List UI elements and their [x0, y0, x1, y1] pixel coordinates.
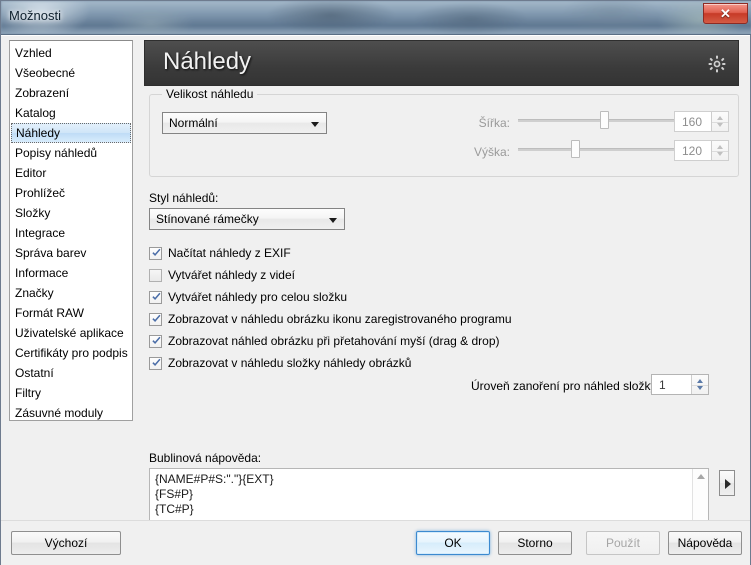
scroll-up-icon[interactable] [697, 474, 705, 479]
window-title: Možnosti [9, 8, 62, 23]
nesting-level-spinbox[interactable]: 1 [651, 374, 709, 395]
chevron-down-icon [311, 122, 319, 127]
triangle-down-icon [697, 386, 703, 390]
sidebar-item-vzhled[interactable]: Vzhled [11, 43, 131, 63]
sidebar-item-zobrazeni[interactable]: Zobrazení [11, 83, 131, 103]
height-spinbox[interactable]: 120 [674, 140, 729, 161]
dialog-client-area: Vzhled Všeobecné Zobrazení Katalog Náhle… [1, 35, 750, 565]
check-icon [152, 314, 161, 322]
options-dialog: Možnosti ✕ Vzhled Všeobecné Zobrazení Ka… [0, 0, 751, 565]
width-spinbox[interactable]: 160 [674, 111, 729, 132]
checkbox-box[interactable] [149, 357, 162, 370]
gear-icon[interactable] [708, 55, 726, 73]
sidebar-item-katalog[interactable]: Katalog [11, 103, 131, 123]
checkbox-label: Zobrazovat v náhledu obrázku ikonu zareg… [168, 312, 512, 326]
sidebar-item-editor[interactable]: Editor [11, 163, 131, 183]
checkbox-label: Načítat náhledy z EXIF [168, 246, 291, 260]
height-spin-buttons[interactable] [711, 141, 728, 160]
width-label: Šířka: [478, 116, 510, 130]
check-icon [152, 336, 161, 344]
triangle-up-icon [697, 379, 703, 383]
triangle-down-icon [717, 123, 723, 127]
sidebar-item-popisy-nahledu[interactable]: Popisy náhledů [11, 143, 131, 163]
sidebar-item-vseobecne[interactable]: Všeobecné [11, 63, 131, 83]
sidebar-item-znacky[interactable]: Značky [11, 283, 131, 303]
thumbnail-style-combo[interactable]: Stínované rámečky [149, 208, 345, 230]
thumbnail-size-group: Velikost náhledu Normální Šířka: 160 Výš… [149, 87, 739, 177]
width-slider-thumb[interactable] [600, 111, 609, 129]
sidebar-item-slozky[interactable]: Složky [11, 203, 131, 223]
check-icon [152, 248, 161, 256]
sidebar-item-uzivatelske-aplikace[interactable]: Uživatelské aplikace [11, 323, 131, 343]
checkbox-box[interactable] [149, 313, 162, 326]
defaults-button[interactable]: Výchozí [11, 531, 121, 555]
sidebar-item-nahledy[interactable]: Náhledy [11, 123, 131, 143]
nesting-spin-buttons[interactable] [691, 375, 708, 394]
triangle-up-icon [717, 116, 723, 120]
play-right-icon [725, 479, 731, 489]
thumbnail-size-combo[interactable]: Normální [162, 112, 327, 134]
close-icon: ✕ [720, 6, 731, 21]
cancel-button[interactable]: Storno [498, 531, 572, 555]
checkbox-label: Zobrazovat náhled obrázku při přetahován… [168, 334, 500, 348]
thumbnail-style-label: Styl náhledů: [149, 191, 219, 205]
sidebar-item-ostatni[interactable]: Ostatní [11, 363, 131, 383]
check-icon [152, 292, 161, 300]
tooltip-template-text: {NAME#P#S:"."}{EXT} {FS#P} {TC#P} [155, 472, 274, 516]
title-bar: Možnosti ✕ [1, 1, 751, 35]
triangle-down-icon [717, 152, 723, 156]
checkbox-box[interactable] [149, 291, 162, 304]
thumbnail-style-combo-value: Stínované rámečky [156, 212, 259, 226]
sidebar-item-zasuvne-moduly[interactable]: Zásuvné moduly [11, 403, 131, 420]
dialog-footer: Výchozí OK Storno Použít Nápověda [1, 520, 750, 565]
checkbox-label: Vytvářet náhledy z videí [168, 268, 295, 282]
settings-panel: Náhledy Velikost náhledu Normální Šířka:… [141, 36, 742, 556]
nesting-spin-down[interactable] [692, 384, 709, 393]
height-slider-thumb[interactable] [571, 140, 580, 158]
sidebar-item-certifikaty-pro-podpis[interactable]: Certifikáty pro podpis [11, 343, 131, 363]
triangle-up-icon [717, 145, 723, 149]
apply-button: Použít [586, 531, 660, 555]
height-label: Výška: [473, 145, 510, 159]
group-legend: Velikost náhledu [162, 87, 258, 101]
height-value: 120 [682, 144, 703, 158]
ok-button[interactable]: OK [416, 531, 490, 555]
sidebar-item-prohlizec[interactable]: Prohlížeč [11, 183, 131, 203]
help-button[interactable]: Nápověda [668, 531, 742, 555]
sidebar-item-filtry[interactable]: Filtry [11, 383, 131, 403]
width-spin-down[interactable] [712, 121, 729, 130]
width-value: 160 [682, 115, 703, 129]
close-button[interactable]: ✕ [703, 3, 748, 24]
width-spin-buttons[interactable] [711, 112, 728, 131]
height-spin-down[interactable] [712, 150, 729, 159]
checkbox-label: Zobrazovat v náhledu složky náhledy obrá… [168, 356, 412, 370]
tooltip-macro-menu-button[interactable] [719, 470, 735, 496]
checkbox-box[interactable] [149, 269, 162, 282]
nesting-level-value: 1 [659, 378, 666, 392]
checkbox-box[interactable] [149, 247, 162, 260]
page-title: Náhledy [163, 48, 252, 75]
sidebar-item-integrace[interactable]: Integrace [11, 223, 131, 243]
nesting-level-label: Úroveň zanoření pro náhled složky: [471, 379, 660, 393]
thumbnail-size-combo-value: Normální [169, 116, 218, 130]
check-icon [152, 358, 161, 366]
chevron-down-icon [329, 218, 337, 223]
panel-header: Náhledy [144, 40, 739, 86]
tooltip-template-label: Bublinová nápověda: [149, 451, 262, 465]
sidebar-item-sprava-barev[interactable]: Správa barev [11, 243, 131, 263]
sidebar-item-format-raw[interactable]: Formát RAW [11, 303, 131, 323]
checkbox-label: Vytvářet náhledy pro celou složku [168, 290, 347, 304]
settings-category-list[interactable]: Vzhled Všeobecné Zobrazení Katalog Náhle… [9, 40, 133, 421]
sidebar-item-informace[interactable]: Informace [11, 263, 131, 283]
checkbox-box[interactable] [149, 335, 162, 348]
title-bar-backdrop [1, 1, 751, 34]
